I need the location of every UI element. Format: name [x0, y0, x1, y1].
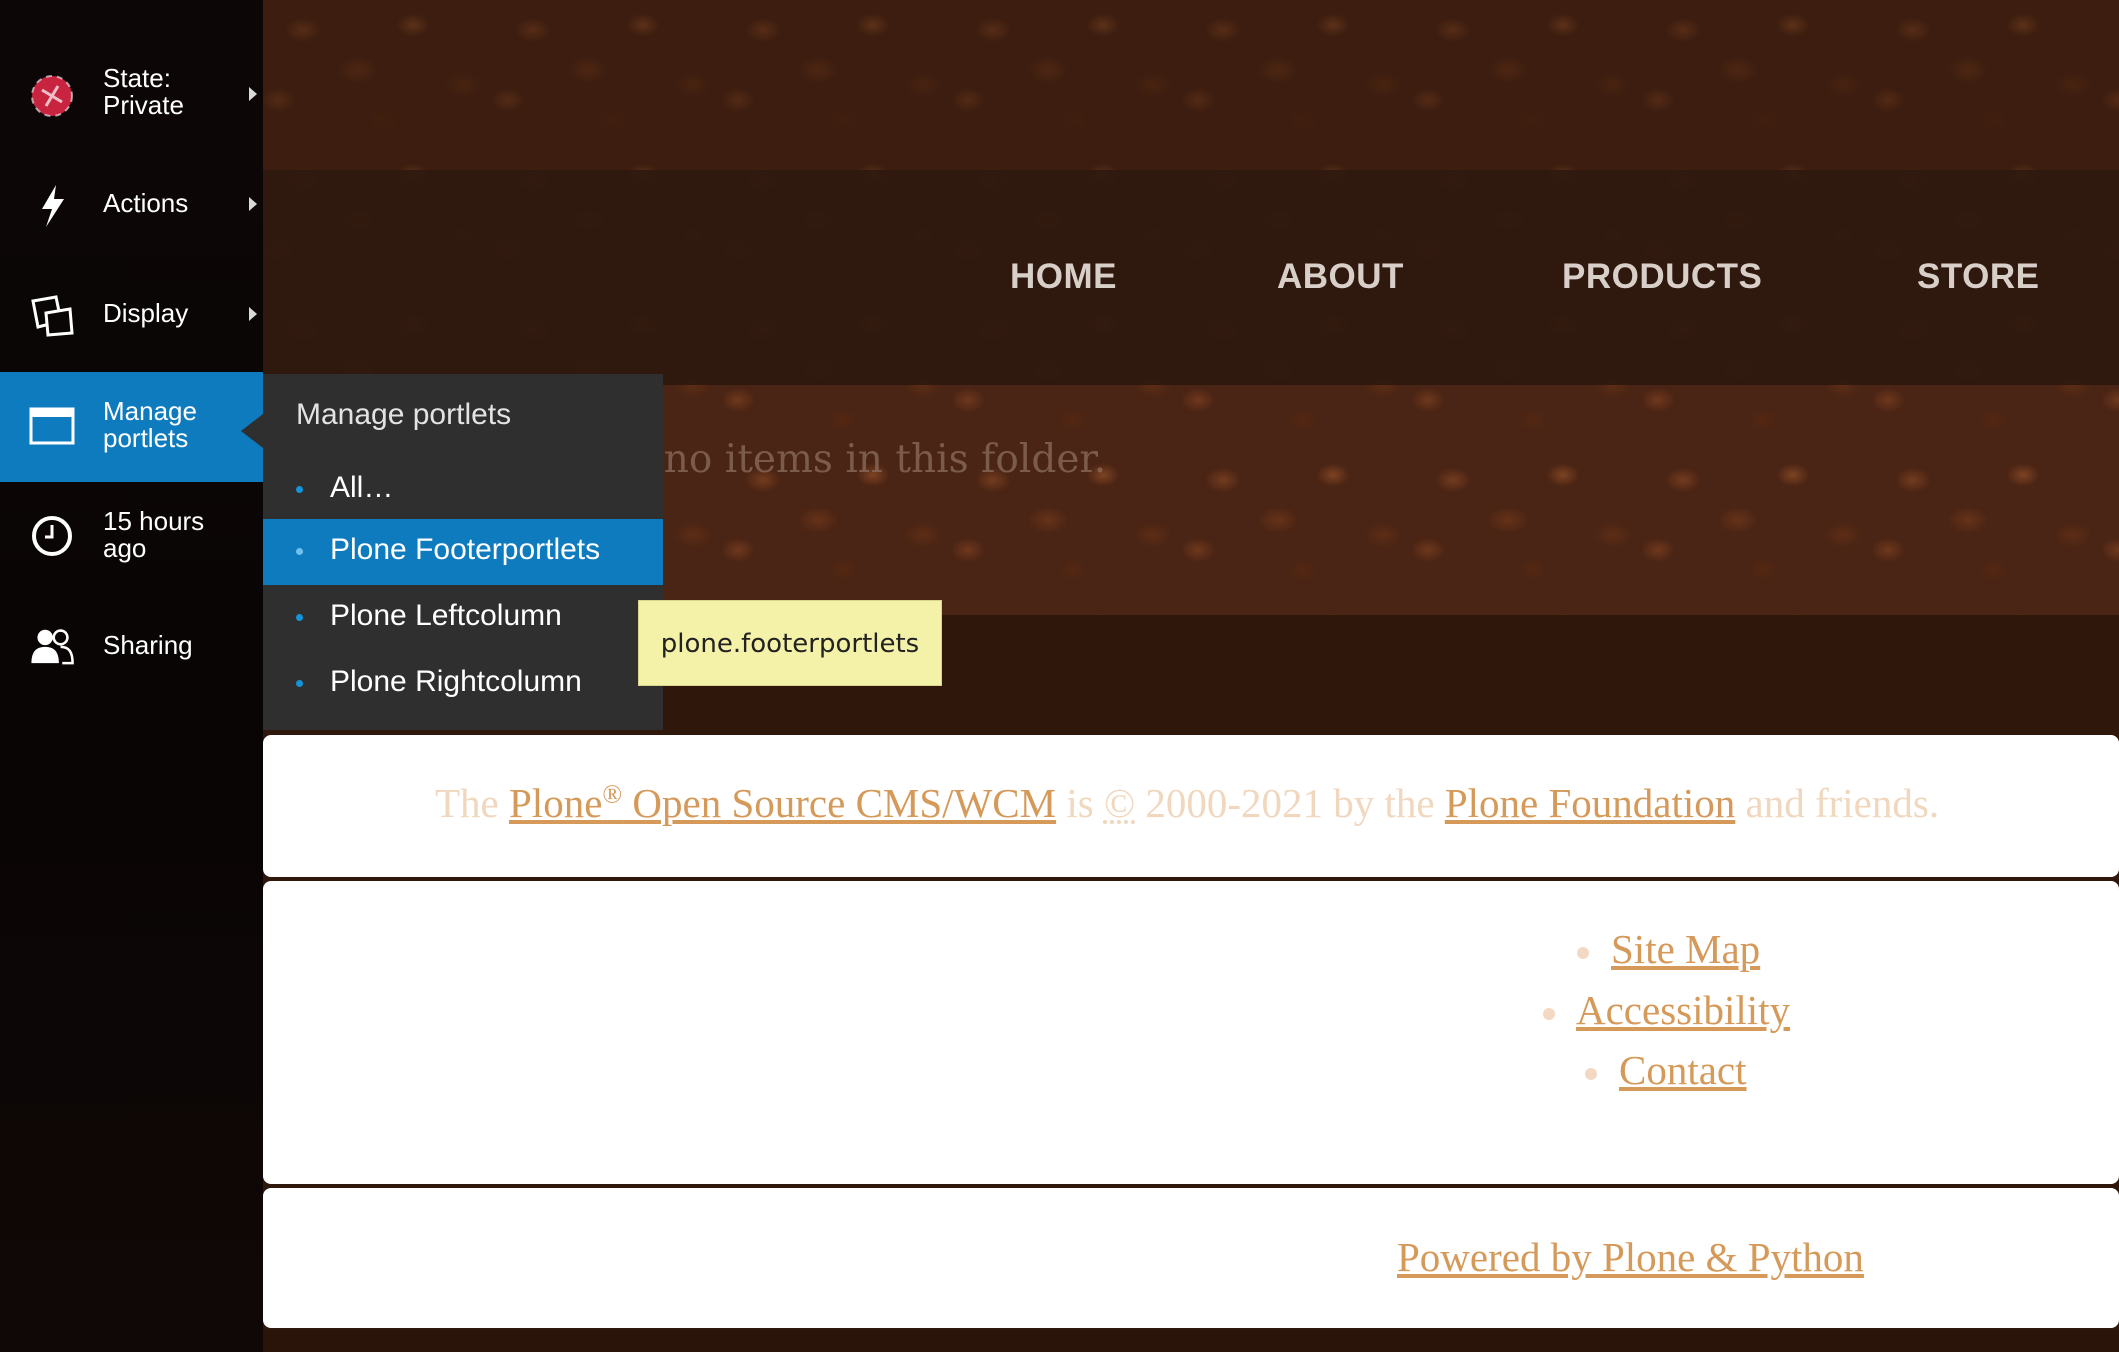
lightning-icon: [42, 185, 64, 227]
clock-icon: [32, 516, 72, 556]
submenu-item-label: Plone Leftcolumn: [330, 599, 562, 632]
submenu-pointer: [241, 414, 263, 448]
accessibility-link[interactable]: Accessibility: [1576, 986, 1790, 1034]
nav-products[interactable]: PRODUCTS: [1562, 257, 1762, 297]
plone-link[interactable]: Plone® Open Source CMS/WCM: [509, 779, 1057, 826]
bullet-icon: [296, 680, 303, 687]
powered-by-link[interactable]: Powered by Plone & Python: [1397, 1233, 1864, 1281]
toolbar-actions[interactable]: Actions: [0, 150, 263, 260]
site-map-link[interactable]: Site Map: [1611, 925, 1760, 973]
portlets-label: portlets: [103, 423, 189, 453]
list-bullet: [1577, 947, 1589, 959]
submenu-item-rightcolumn[interactable]: Plone Rightcolumn: [263, 651, 663, 717]
sharing-label: Sharing: [103, 630, 193, 660]
toolbar-history[interactable]: 15 hours ago: [0, 482, 263, 592]
manage-portlets-submenu: Manage portlets All… Plone Footerportlet…: [263, 374, 663, 730]
submenu-item-label: Plone Rightcolumn: [330, 665, 582, 698]
toolbar-state[interactable]: State: Private: [0, 40, 263, 150]
bullet-icon: [296, 614, 303, 621]
copyright-text-mid: is: [1056, 780, 1104, 826]
submenu-item-leftcolumn[interactable]: Plone Leftcolumn: [263, 585, 663, 651]
list-bullet: [1543, 1008, 1555, 1020]
copyright-symbol: ©: [1103, 780, 1136, 826]
cms-link-text: Open Source CMS/WCM: [622, 780, 1057, 826]
background-shade: [263, 0, 2119, 170]
submenu-title: Manage portlets: [296, 398, 512, 431]
users-icon: [31, 629, 74, 665]
actions-label: Actions: [103, 188, 189, 218]
chevron-right-icon: [249, 307, 257, 321]
state-label: State:: [103, 63, 171, 93]
plone-link-text: Plone: [509, 780, 603, 826]
copyright-text-post: and friends.: [1735, 780, 1940, 826]
footer-links-box: [263, 881, 2119, 1184]
contact-link[interactable]: Contact: [1619, 1046, 1747, 1094]
submenu-item-footerportlets[interactable]: Plone Footerportlets: [263, 519, 663, 585]
chevron-right-icon: [249, 87, 257, 101]
submenu-item-all[interactable]: All…: [263, 457, 663, 523]
nav-home[interactable]: HOME: [1010, 257, 1117, 297]
display-icon: [31, 295, 74, 337]
background-bottom-band: [263, 1330, 2119, 1352]
nav-store[interactable]: STORE: [1917, 257, 2039, 297]
modified-time: 15 hours: [103, 506, 205, 536]
toolbar-manage-portlets[interactable]: Manage portlets: [0, 372, 263, 482]
tooltip: plone.footerportlets: [638, 600, 942, 686]
plone-foundation-link[interactable]: Plone Foundation: [1445, 780, 1735, 826]
nav-about[interactable]: ABOUT: [1277, 257, 1404, 297]
copyright-years: 2000-2021 by the: [1135, 780, 1445, 826]
bullet-icon: [296, 486, 303, 493]
modified-ago: ago: [103, 533, 147, 563]
chevron-right-icon: [249, 197, 257, 211]
copyright-line: The Plone® Open Source CMS/WCM is © 2000…: [435, 779, 1939, 827]
submenu-item-label: Plone Footerportlets: [330, 533, 601, 566]
state-icon: [31, 75, 73, 117]
manage-label: Manage: [103, 396, 197, 426]
copyright-text-pre: The: [435, 780, 509, 826]
toolbar-sharing[interactable]: Sharing: [0, 592, 263, 702]
plone-toolbar: State: Private Actions Display Manage po…: [0, 0, 263, 1352]
submenu-item-label: All…: [330, 471, 394, 504]
list-bullet: [1585, 1068, 1597, 1080]
main-navigation: [263, 170, 2119, 385]
bullet-icon: [296, 548, 303, 555]
toolbar-display[interactable]: Display: [0, 260, 263, 370]
display-label: Display: [103, 298, 189, 328]
registered-mark: ®: [602, 779, 623, 809]
state-value: Private: [103, 90, 184, 120]
portlets-icon: [29, 407, 75, 445]
